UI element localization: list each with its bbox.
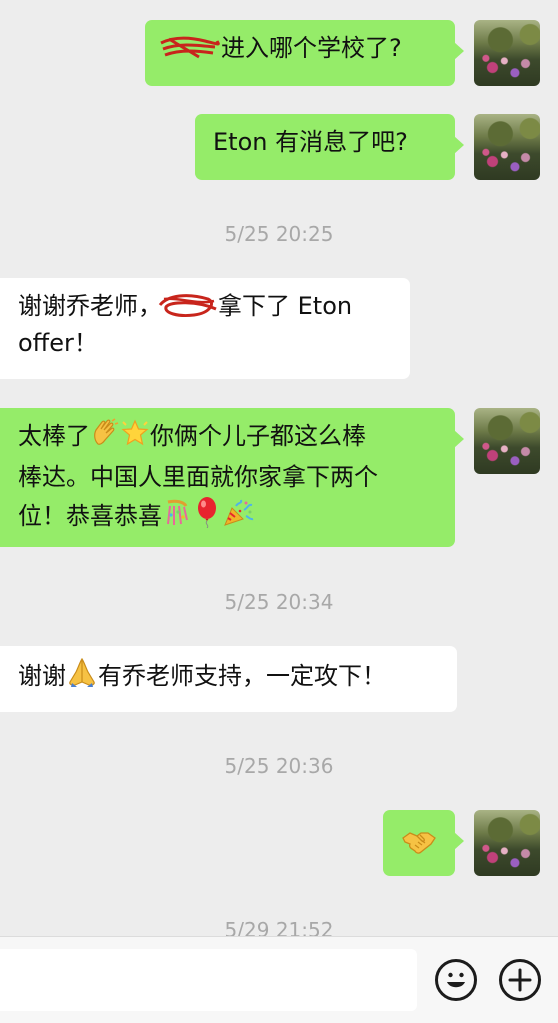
timestamp: 5/25 20:25 [224,222,334,246]
balloon-emoji [192,496,222,539]
message-bubble-outgoing[interactable] [383,810,464,876]
avatar-self[interactable] [474,408,540,474]
message-text: 棒达。中国人里面就你家拿下两个 [18,463,378,491]
input-bar [0,936,558,1023]
message-text: 谢谢 [18,662,66,690]
avatar-self[interactable] [474,20,540,86]
message-text: 拿下了 Eton [218,292,353,320]
folded-hands-emoji [66,656,98,699]
clapping-hands-emoji [90,418,120,459]
message-bubble-outgoing[interactable]: 进入哪个学校了? [145,20,464,86]
message-bubble-outgoing[interactable]: Eton 有消息了吧? [195,114,464,180]
redaction-scribble [158,291,218,317]
message-text: offer！ [18,329,98,357]
message-text: 谢谢乔老师， [18,292,162,320]
avatar-self[interactable] [474,810,540,876]
party-popper-emoji [222,498,254,539]
message-text: 太棒了 [18,422,90,450]
message-input[interactable] [0,949,417,1011]
message-bubble-outgoing[interactable]: 太棒了 你俩个儿子都这么棒 棒达。中国人里面就你家拿下两个 位！恭喜恭喜 [0,408,464,547]
plus-icon [508,968,532,992]
avatar-self[interactable] [474,114,540,180]
redaction-scribble [160,33,221,59]
emoji-button[interactable] [435,959,477,1001]
message-bubble-incoming[interactable]: 谢谢乔老师， 拿下了 Eton offer！ [0,278,410,379]
message-text: 有乔老师支持，一定攻下！ [98,662,386,690]
confetti-ball-emoji [162,498,192,539]
timestamp: 5/25 20:34 [224,590,334,614]
timestamp: 5/25 20:36 [224,754,334,778]
smiley-face-icon [447,972,465,988]
plus-button[interactable] [499,959,541,1001]
handshake-emoji [401,824,437,871]
message-bubble-incoming[interactable]: 谢谢 有乔老师支持，一定攻下！ [0,646,457,712]
glowing-star-emoji [120,418,150,459]
message-text: 位！恭喜恭喜 [18,502,162,530]
message-text: 你俩个儿子都这么棒 [150,422,366,450]
message-text: Eton 有消息了吧? [213,128,408,156]
message-text: 进入哪个学校了? [221,34,402,62]
chat-screen: 进入哪个学校了? Eton 有消息了吧? 5/25 20:25 谢谢乔老师， 拿… [0,0,558,1023]
